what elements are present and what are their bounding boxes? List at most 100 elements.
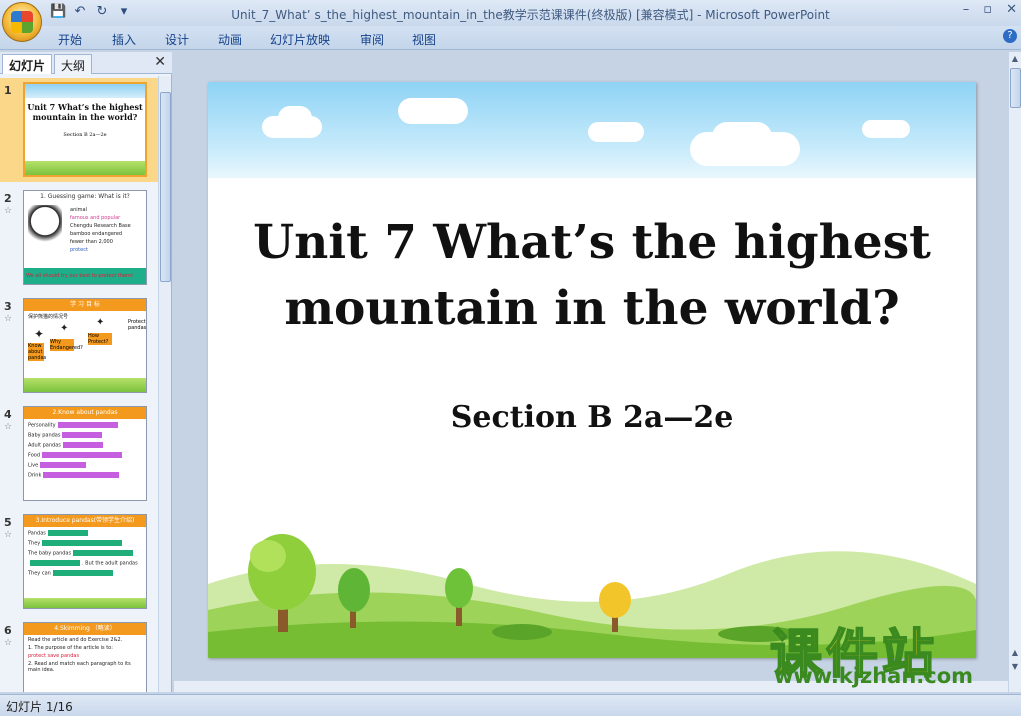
next-slide-icon[interactable]: ▼ (1009, 662, 1021, 671)
slide-preview: 学 习 目 标 保护熊猫的情况号 Know about pandas Why E… (23, 298, 147, 393)
slide-preview-subtitle: Section B 2a—2e (63, 132, 107, 138)
list-item: Know about pandas (28, 343, 47, 361)
answer-box (42, 540, 123, 546)
current-slide[interactable]: Unit 7 What’s the highest mountain in th… (208, 82, 976, 658)
tab-slideshow[interactable]: 幻灯片放映 (270, 31, 330, 48)
list-item: bamboo endangered (70, 231, 123, 237)
slide-subtitle[interactable]: Section B 2a—2e (208, 400, 976, 435)
animation-star-icon: ☆ (4, 422, 13, 432)
window-title: Unit_7_What’ s_the_highest_mountain_in_t… (231, 8, 830, 22)
list-item: They (28, 540, 41, 547)
list-item: animal (70, 207, 87, 213)
slide-thumbnail-2[interactable]: 2 ☆ 1. Guessing game: What is it? animal… (0, 186, 158, 290)
slide-preview-title: 2.Know about pandas (24, 407, 146, 419)
cloud-decoration (862, 120, 910, 138)
list-item: How Protect? (88, 333, 112, 345)
list-item: The baby pandas (28, 550, 72, 557)
slides-pane: 幻灯片 大纲 ✕ 1 Unit 7 What’s the highest mou… (0, 52, 172, 692)
slide-preview: 1. Guessing game: What is it? animal fam… (23, 190, 147, 285)
title-bar: 💾 ↶ ↻ ▾ Unit_7_What’ s_the_highest_mount… (0, 0, 1021, 42)
tab-design[interactable]: 设计 (165, 31, 189, 48)
slide-number: 1 (4, 84, 12, 97)
tab-home[interactable]: 开始 (58, 31, 82, 48)
answer-box (73, 550, 134, 556)
editor-vertical-scrollbar[interactable]: ▲ ▲ ▼ (1008, 52, 1021, 692)
status-bar: 幻灯片 1/16 (0, 694, 1021, 716)
watermark-url: www.kjzhan.com (774, 664, 974, 688)
sky-decoration (25, 84, 145, 98)
slide-preview: 4.Skimming （略读） Read the article and do … (23, 622, 147, 692)
list-item: 保护熊猫的情况号 (28, 314, 69, 320)
answer-box (42, 452, 122, 458)
answer-box (47, 530, 88, 536)
grass-decoration (25, 161, 145, 175)
list-item: Drink (28, 472, 42, 479)
animation-star-icon: ☆ (4, 206, 13, 216)
slide-preview-title: 4.Skimming （略读） (24, 623, 146, 635)
close-button[interactable]: ✕ (1006, 2, 1017, 17)
list-item: Personality (28, 422, 56, 429)
thumbnails-scrollbar[interactable] (158, 76, 171, 692)
list-item: fewer than 2,000 (70, 239, 113, 245)
window-controls: – ▫ ✕ (963, 2, 1017, 17)
scrollbar-thumb[interactable] (1010, 68, 1021, 108)
tab-outline[interactable]: 大纲 (54, 54, 93, 74)
slide-preview-title: 学 习 目 标 (24, 299, 146, 311)
list-item: Adult pandas (28, 442, 61, 449)
tab-review[interactable]: 审阅 (360, 31, 384, 48)
watermark: 课件站 www.kjzhan.com (769, 612, 1010, 692)
list-item: 2. Read and match each paragraph to its … (28, 661, 131, 673)
slide-preview: 2.Know about pandas Personality Baby pan… (23, 406, 147, 501)
animation-star-icon: ☆ (4, 314, 13, 324)
slide-number: 4 (4, 408, 12, 421)
minimize-button[interactable]: – (963, 2, 970, 17)
slide-thumbnail-5[interactable]: 5 ☆ 3.Introduce pandas(带领学生介绍) Pandas Th… (0, 510, 158, 614)
maximize-button[interactable]: ▫ (983, 2, 992, 17)
grass-decoration (24, 378, 146, 392)
slide-thumbnail-6[interactable]: 6 ☆ 4.Skimming （略读） Read the article and… (0, 618, 158, 692)
tab-slides[interactable]: 幻灯片 (2, 54, 53, 74)
answer-box (30, 560, 80, 566)
scrollbar-thumb[interactable] (160, 92, 171, 282)
office-button[interactable] (2, 2, 42, 42)
slide-number: 2 (4, 192, 12, 205)
answer-box (40, 462, 87, 468)
tab-insert[interactable]: 插入 (112, 31, 136, 48)
slide-preview-title: Unit 7 What’s the highest mountain in th… (27, 102, 143, 122)
list-item: Read the article and do Exercise 2&2. (28, 637, 123, 643)
cloud-decoration (588, 122, 644, 142)
slide-preview: Unit 7 What’s the highest mountain in th… (23, 82, 147, 177)
slide-thumbnail-1[interactable]: 1 Unit 7 What’s the highest mountain in … (0, 78, 158, 182)
list-item: Chengdu Research Base (70, 223, 131, 229)
list-item: Baby pandas (28, 432, 61, 439)
close-pane-icon[interactable]: ✕ (154, 54, 166, 70)
slide-counter: 幻灯片 1/16 (6, 700, 73, 714)
tab-view[interactable]: 视图 (412, 31, 436, 48)
ribbon-tabs: 开始 插入 设计 动画 幻灯片放映 审阅 视图 ? (0, 26, 1021, 50)
answer-box (62, 432, 103, 438)
scroll-up-arrow-icon[interactable]: ▲ (1009, 54, 1021, 63)
slide-thumbnail-4[interactable]: 4 ☆ 2.Know about pandas Personality Baby… (0, 402, 158, 506)
cloud-decoration (278, 106, 312, 130)
star-icon: ✦ (34, 327, 45, 341)
prev-slide-icon[interactable]: ▲ (1009, 648, 1021, 657)
tab-animations[interactable]: 动画 (218, 31, 242, 48)
animation-star-icon: ☆ (4, 638, 13, 648)
list-item: . But the adult pandas (82, 560, 138, 567)
slide-preview-title: 3.Introduce pandas(带领学生介绍) (24, 515, 146, 527)
slide-thumbnail-3[interactable]: 3 ☆ 学 习 目 标 保护熊猫的情况号 Know about pandas W… (0, 294, 158, 398)
list-item: They can (28, 570, 51, 577)
list-item: Food (28, 452, 40, 459)
slide-number: 5 (4, 516, 12, 529)
answer-box (52, 570, 113, 576)
list-item: protect save pandas (28, 653, 80, 659)
help-icon[interactable]: ? (1003, 29, 1017, 43)
answer-box (57, 422, 118, 428)
list-item: Pandas (28, 530, 46, 537)
slide-title[interactable]: Unit 7 What’s the highest mountain in th… (208, 210, 976, 342)
pane-tabs: 幻灯片 大纲 ✕ (0, 52, 172, 74)
list-item: Live (28, 462, 39, 469)
list-item: Protect pandas (128, 319, 147, 331)
slide-thumbnails: 1 Unit 7 What’s the highest mountain in … (0, 76, 158, 692)
office-logo-icon (11, 11, 33, 33)
